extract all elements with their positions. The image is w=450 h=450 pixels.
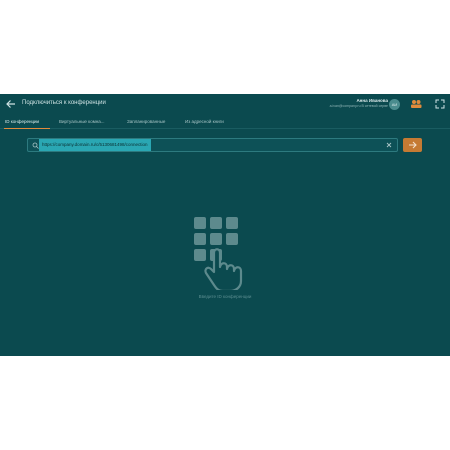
tab-conference-id[interactable]: ID конференции — [5, 119, 39, 124]
back-arrow-icon[interactable] — [5, 98, 17, 110]
users-icon[interactable] — [410, 99, 422, 109]
enter-conference-id-hint: Введите ID конференции — [198, 294, 252, 299]
arrow-right-icon — [409, 141, 417, 149]
search-icon — [32, 142, 39, 149]
connect-button[interactable] — [403, 138, 422, 152]
user-status: a.ivan@company.ru В сетевой серве — [329, 104, 388, 108]
fullscreen-icon[interactable] — [434, 99, 446, 109]
tab-virtual-rooms[interactable]: Виртуальные комна... — [59, 119, 105, 124]
tabs: ID конференции Виртуальные комна... Запл… — [0, 115, 450, 129]
conference-id-input[interactable]: https://company.domain.ru/c/5130681498/c… — [27, 138, 398, 152]
close-icon[interactable] — [386, 142, 392, 148]
page-title: Подключиться к конференции — [22, 100, 106, 106]
user-name: Анна Иванова — [356, 98, 388, 103]
keypad-hand-illustration — [194, 217, 243, 290]
header: Подключиться к конференции Анна Иванова … — [0, 94, 450, 115]
tab-address-book[interactable]: Из адресной книги — [185, 119, 224, 124]
conference-connect-window: Подключиться к конференции Анна Иванова … — [0, 94, 450, 356]
tab-scheduled[interactable]: Запланированные — [127, 119, 165, 124]
avatar[interactable]: АИ — [389, 99, 400, 110]
active-tab-indicator — [4, 128, 50, 129]
search-input-value[interactable]: https://company.domain.ru/c/5130681498/c… — [39, 139, 151, 151]
